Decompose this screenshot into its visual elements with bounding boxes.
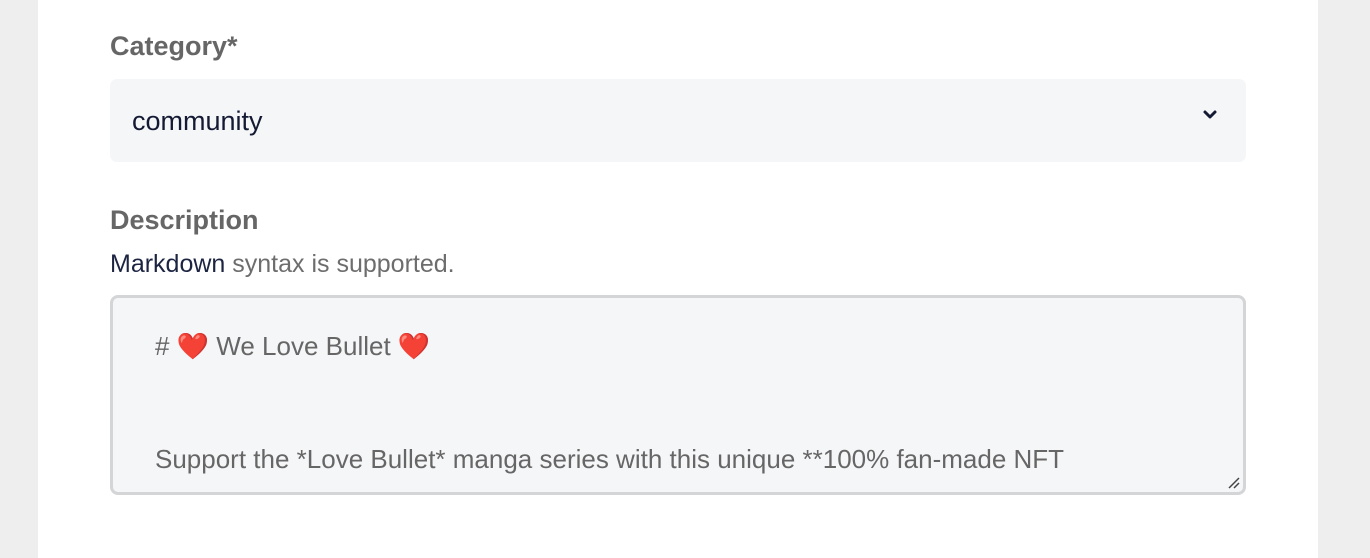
- category-label: Category*: [110, 31, 238, 61]
- description-line: # ❤️ We Love Bullet ❤️: [155, 331, 431, 361]
- category-select[interactable]: community: [110, 79, 1246, 162]
- helper-suffix: syntax is supported.: [225, 250, 455, 278]
- description-line: Support the *Love Bullet* manga series w…: [155, 444, 1065, 474]
- markdown-link[interactable]: Markdown: [110, 250, 225, 278]
- description-helper-text: Markdown syntax is supported.: [110, 250, 455, 279]
- resize-handle-icon[interactable]: [1225, 474, 1241, 490]
- category-selected-value: community: [132, 106, 263, 136]
- description-label: Description: [110, 205, 259, 235]
- description-textarea[interactable]: # ❤️ We Love Bullet ❤️ Support the *Love…: [110, 295, 1246, 495]
- form-card: Category* community Description Markdown…: [38, 0, 1318, 558]
- chevron-down-icon: [1203, 110, 1217, 119]
